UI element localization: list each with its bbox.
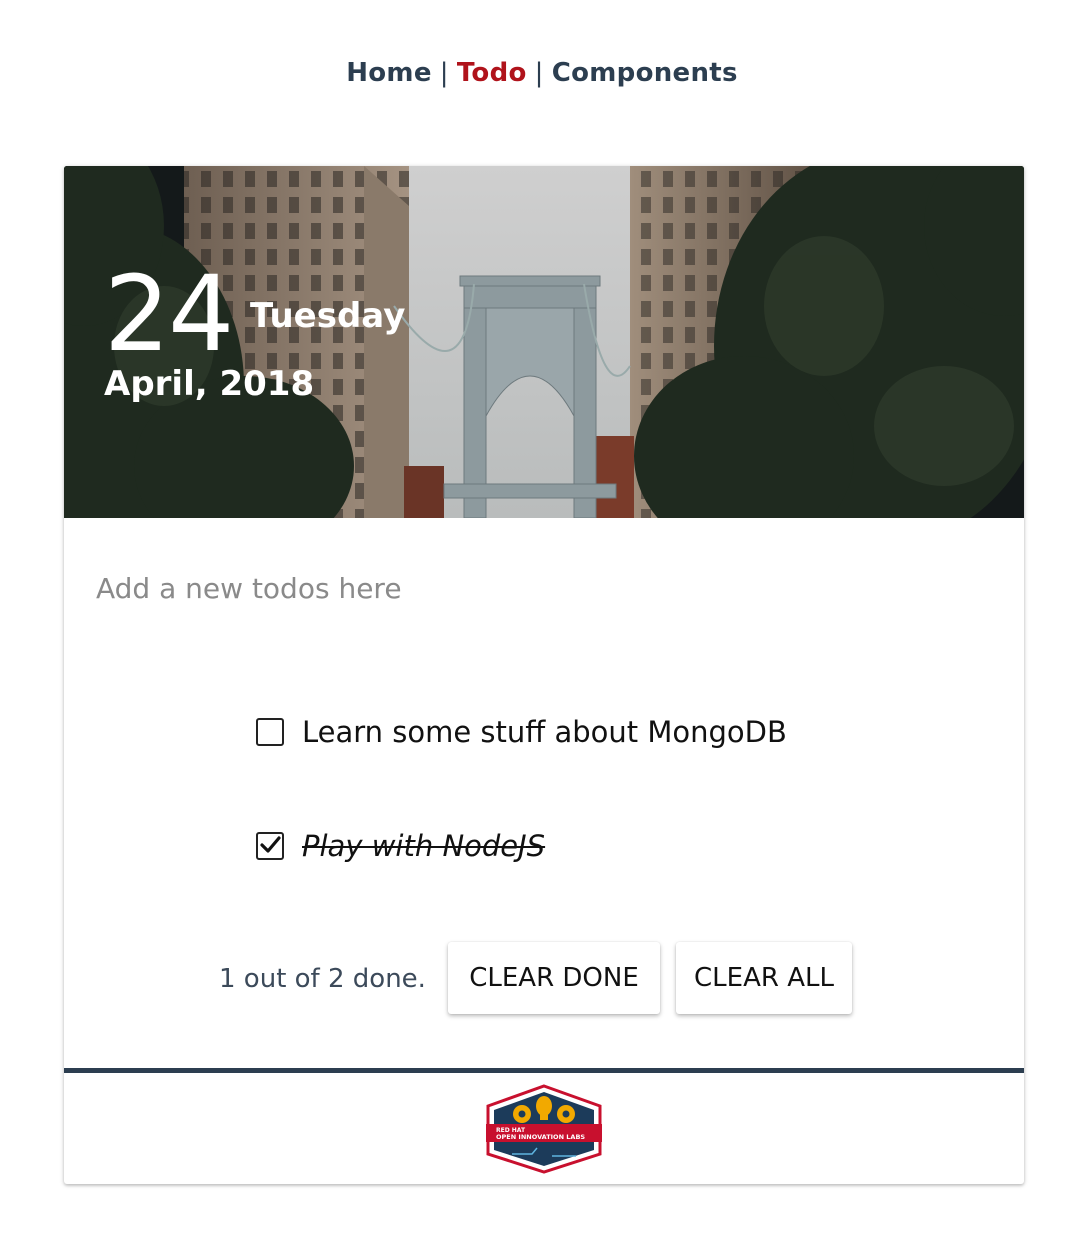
nav-link-home[interactable]: Home xyxy=(346,58,432,88)
date-day: 24 xyxy=(104,253,234,375)
nav-link-todo[interactable]: Todo xyxy=(457,58,527,88)
header-image: 24 Tuesday April, 2018 xyxy=(64,166,1024,518)
top-nav: Home | Todo | Components xyxy=(0,58,1084,88)
todo-counter: 1 out of 2 done. xyxy=(219,964,426,994)
todo-label: Play with NodeJS xyxy=(302,829,546,863)
date-month-year: April, 2018 xyxy=(104,364,315,404)
todo-item[interactable]: Play with NodeJS xyxy=(256,826,545,866)
clear-all-button[interactable]: CLEAR ALL xyxy=(676,942,852,1014)
todo-label: Learn some stuff about MongoDB xyxy=(302,715,787,749)
new-todo-input[interactable] xyxy=(94,562,978,614)
todo-checkbox[interactable] xyxy=(256,718,284,746)
nav-separator: | xyxy=(439,58,449,88)
todo-item[interactable]: Learn some stuff about MongoDB xyxy=(256,712,787,752)
checkmark-icon xyxy=(260,836,281,853)
open-innovation-labs-logo-icon: RED HAT OPEN INNOVATION LABS xyxy=(482,1084,606,1178)
todo-footer: 1 out of 2 done. CLEAR DONE CLEAR ALL xyxy=(64,942,1024,1014)
todo-checkbox-checked[interactable] xyxy=(256,832,284,860)
clear-done-button[interactable]: CLEAR DONE xyxy=(448,942,660,1014)
date-weekday: Tuesday xyxy=(250,296,406,336)
nav-separator: | xyxy=(534,58,544,88)
svg-text:OPEN INNOVATION LABS: OPEN INNOVATION LABS xyxy=(496,1133,585,1141)
nav-link-components[interactable]: Components xyxy=(552,58,738,88)
todo-card: 24 Tuesday April, 2018 Learn some stuff … xyxy=(64,166,1024,1184)
footer-divider xyxy=(64,1068,1024,1073)
